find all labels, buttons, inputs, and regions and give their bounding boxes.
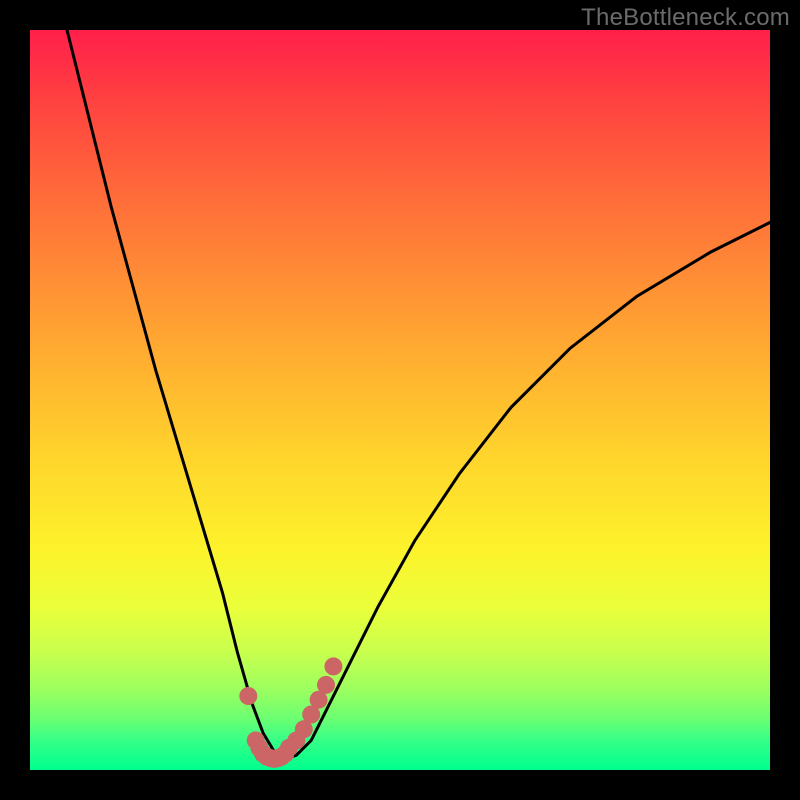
chart-frame: TheBottleneck.com	[0, 0, 800, 800]
marker-dot	[324, 657, 342, 675]
chart-svg	[30, 30, 770, 770]
marker-dot	[239, 687, 257, 705]
marker-dot	[317, 676, 335, 694]
bottleneck-curve	[67, 30, 770, 759]
watermark-text: TheBottleneck.com	[581, 4, 790, 32]
chart-plot-area	[30, 30, 770, 770]
